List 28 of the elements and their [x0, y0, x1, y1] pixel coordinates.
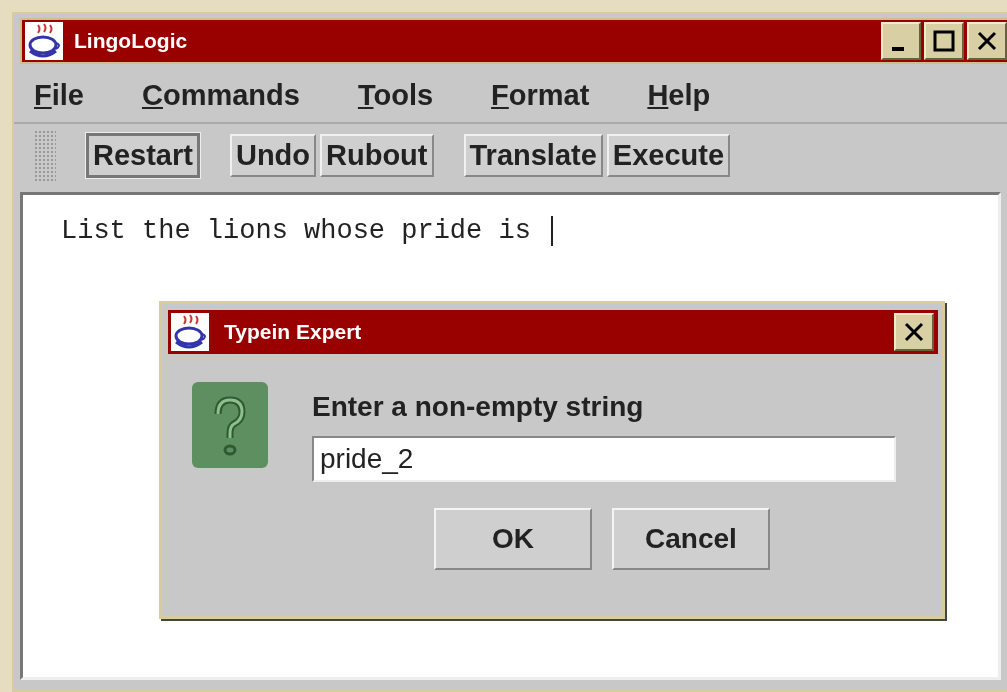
menu-item[interactable]: File — [32, 74, 86, 118]
toolbar-button[interactable]: Rubout — [320, 134, 434, 177]
toolbar-button[interactable]: Translate — [463, 134, 603, 177]
toolbar-button[interactable]: Undo — [229, 134, 317, 177]
menu-item[interactable]: Tools — [355, 74, 436, 118]
dialog-button[interactable]: Cancel — [612, 507, 770, 570]
menu-item[interactable]: Help — [645, 74, 713, 118]
close-icon — [976, 30, 998, 52]
question-icon — [192, 381, 268, 468]
text-input-field[interactable]: pride_2 — [312, 435, 896, 482]
close-button[interactable] — [894, 312, 934, 351]
menu-item[interactable]: Format — [489, 74, 592, 118]
close-button[interactable] — [967, 22, 1007, 60]
close-icon — [903, 320, 925, 343]
maximize-button[interactable] — [924, 22, 964, 60]
prompt-text: Enter a non-empty string — [312, 389, 645, 424]
menu-item[interactable]: Commands — [139, 74, 302, 118]
minimize-button[interactable] — [881, 22, 921, 60]
toolbar-button[interactable]: Restart — [86, 133, 200, 178]
toolbar-button[interactable]: Execute — [606, 134, 731, 177]
editor-text[interactable]: List the lions whose pride is — [61, 215, 554, 246]
dialog-button[interactable]: OK — [434, 507, 592, 570]
coffee-cup-icon — [170, 311, 210, 352]
window-title: LingoLogic — [74, 28, 189, 55]
minimize-icon — [892, 47, 904, 51]
maximize-icon — [932, 29, 956, 53]
dialog-title: Typein Expert — [224, 318, 363, 345]
coffee-cup-icon — [24, 21, 64, 61]
